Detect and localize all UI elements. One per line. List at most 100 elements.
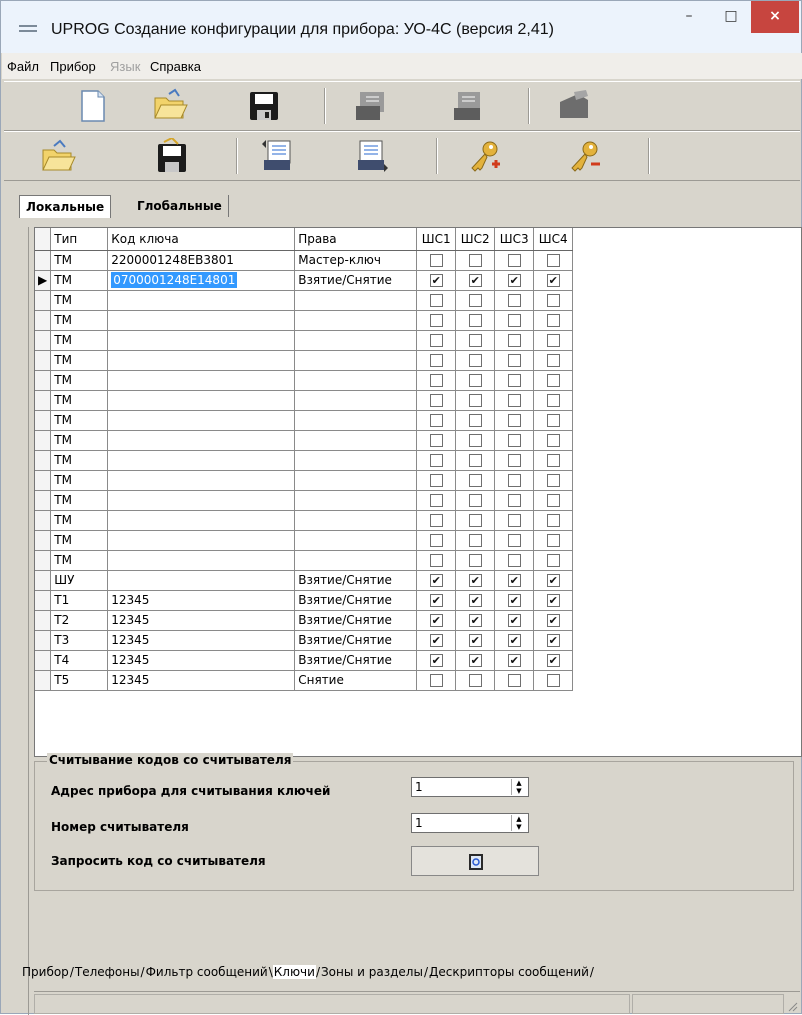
zone-checkbox[interactable] <box>546 494 560 507</box>
tab-global[interactable]: Глобальные <box>131 195 229 217</box>
cell-type[interactable]: ШУ <box>50 570 109 591</box>
cell-type[interactable]: TM <box>50 470 109 491</box>
col-header-zone4[interactable]: ШС4 <box>533 228 574 251</box>
row-indicator[interactable] <box>35 350 52 371</box>
cell-rights[interactable]: Взятие/Снятие <box>294 570 418 591</box>
zone-checkbox[interactable] <box>429 374 443 387</box>
zone-checkbox[interactable] <box>546 534 560 547</box>
row-indicator[interactable] <box>35 610 52 631</box>
zone-checkbox[interactable] <box>507 314 521 327</box>
col-header-key-code[interactable]: Код ключа <box>107 228 296 251</box>
cell-rights[interactable]: Взятие/Снятие <box>294 590 418 611</box>
zone-checkbox[interactable] <box>468 494 482 507</box>
row-indicator[interactable] <box>35 250 52 271</box>
cell-rights[interactable] <box>294 290 418 311</box>
cell-rights[interactable] <box>294 330 418 351</box>
resize-grip-icon[interactable] <box>786 1000 798 1012</box>
zone-checkbox[interactable] <box>507 374 521 387</box>
zone-checkbox[interactable]: ✔ <box>507 574 521 587</box>
table-row[interactable]: TM <box>35 550 574 571</box>
cell-rights[interactable]: Взятие/Снятие <box>294 610 418 631</box>
zone-checkbox[interactable] <box>507 454 521 467</box>
col-header-rights[interactable]: Права <box>294 228 418 251</box>
table-row[interactable]: TM <box>35 370 574 391</box>
table-row[interactable]: TM <box>35 310 574 331</box>
table-row[interactable]: T1 12345 Взятие/Снятие ✔ ✔ ✔ ✔ <box>35 590 574 611</box>
cell-key-code[interactable] <box>107 530 296 551</box>
zone-checkbox[interactable] <box>546 394 560 407</box>
cell-key-code[interactable]: 12345 <box>107 590 296 611</box>
zone-checkbox[interactable] <box>468 254 482 267</box>
zone-checkbox[interactable] <box>546 474 560 487</box>
cell-rights[interactable] <box>294 350 418 371</box>
device-write-icon[interactable] <box>556 88 592 124</box>
add-key-icon[interactable] <box>466 138 502 174</box>
device-address-value[interactable]: 1 <box>415 780 423 794</box>
maximize-button[interactable]: □ <box>713 1 749 33</box>
row-indicator[interactable] <box>35 430 52 451</box>
zone-checkbox[interactable] <box>546 454 560 467</box>
tab-keys[interactable]: Ключи <box>272 965 316 979</box>
table-row[interactable]: TM <box>35 330 574 351</box>
zone-checkbox[interactable] <box>546 514 560 527</box>
zone-checkbox[interactable] <box>429 314 443 327</box>
request-code-button[interactable] <box>411 846 539 876</box>
cell-key-code-selected-text[interactable]: 0700001248E14801 <box>111 272 238 288</box>
cell-key-code[interactable]: 12345 <box>107 650 296 671</box>
zone-checkbox[interactable] <box>468 414 482 427</box>
row-indicator[interactable] <box>35 310 52 331</box>
cell-key-code[interactable] <box>107 490 296 511</box>
cell-type[interactable]: TM <box>50 510 109 531</box>
zone-checkbox[interactable] <box>429 454 443 467</box>
table-row[interactable]: TM <box>35 350 574 371</box>
row-indicator[interactable] <box>35 550 52 571</box>
minimize-button[interactable]: – <box>671 1 707 33</box>
zone-checkbox[interactable]: ✔ <box>546 634 560 647</box>
cell-rights[interactable] <box>294 370 418 391</box>
cell-type[interactable]: TM <box>50 490 109 511</box>
zone-checkbox[interactable] <box>429 474 443 487</box>
zone-checkbox[interactable]: ✔ <box>507 594 521 607</box>
cell-rights[interactable] <box>294 550 418 571</box>
cell-type[interactable]: TM <box>50 330 109 351</box>
zone-checkbox[interactable]: ✔ <box>468 614 482 627</box>
save-disk-icon[interactable] <box>246 88 282 124</box>
cell-rights[interactable] <box>294 490 418 511</box>
zone-checkbox[interactable]: ✔ <box>468 634 482 647</box>
zone-checkbox[interactable] <box>507 334 521 347</box>
export-config-icon[interactable] <box>352 88 388 124</box>
row-indicator[interactable] <box>35 570 52 591</box>
zone-checkbox[interactable]: ✔ <box>468 274 482 287</box>
zone-checkbox[interactable]: ✔ <box>546 614 560 627</box>
table-row[interactable]: TM <box>35 290 574 311</box>
cell-key-code[interactable] <box>107 290 296 311</box>
table-row[interactable]: TM 2200001248EB3801 Мастер-ключ <box>35 250 574 271</box>
cell-key-code[interactable] <box>107 570 296 591</box>
cell-rights[interactable] <box>294 510 418 531</box>
zone-checkbox[interactable] <box>468 434 482 447</box>
zone-checkbox[interactable] <box>546 434 560 447</box>
cell-key-code[interactable] <box>107 450 296 471</box>
cell-type[interactable]: TM <box>50 370 109 391</box>
cell-key-code[interactable] <box>107 330 296 351</box>
zone-checkbox[interactable] <box>429 534 443 547</box>
row-indicator[interactable] <box>35 370 52 391</box>
row-indicator[interactable] <box>35 650 52 671</box>
cell-type[interactable]: TM <box>50 530 109 551</box>
new-file-icon[interactable] <box>74 88 110 124</box>
title-bar[interactable]: UPROG Создание конфигурации для прибора:… <box>1 1 801 53</box>
zone-checkbox[interactable] <box>507 534 521 547</box>
row-indicator[interactable] <box>35 490 52 511</box>
upload-keys-icon[interactable] <box>258 138 294 174</box>
cell-key-code[interactable] <box>107 390 296 411</box>
cell-type[interactable]: TM <box>50 450 109 471</box>
zone-checkbox[interactable]: ✔ <box>429 594 443 607</box>
menu-file[interactable]: Файл <box>7 59 39 74</box>
row-indicator[interactable] <box>35 450 52 471</box>
tab-local[interactable]: Локальные <box>19 195 112 218</box>
zone-checkbox[interactable]: ✔ <box>507 634 521 647</box>
open-keys-icon[interactable] <box>40 138 76 174</box>
col-header-zone2[interactable]: ШС2 <box>455 228 496 251</box>
row-indicator[interactable] <box>35 470 52 491</box>
row-indicator[interactable] <box>35 290 52 311</box>
